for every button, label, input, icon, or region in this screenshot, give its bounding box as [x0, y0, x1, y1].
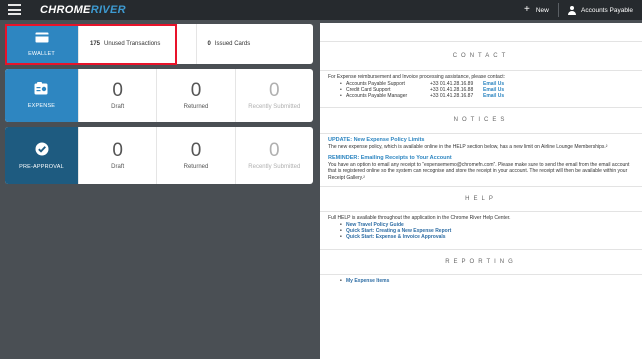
contact-name: Accounts Payable Manager: [346, 93, 408, 100]
preapproval-recently-submitted[interactable]: 0 Recently Submitted: [234, 127, 313, 184]
expense-tile: EXPENSE 0 Draft 0 Returned 0 Recently Su…: [5, 69, 313, 122]
topbar-divider: [558, 3, 559, 17]
preapproval-label: PRE-APPROVAL: [19, 163, 64, 170]
logo-text-chrome: CHROME: [40, 4, 91, 16]
issued-cards-link[interactable]: 0 Issued Cards: [195, 24, 314, 64]
preapproval-tile: PRE-APPROVAL 0 Draft 0 Returned 0 Recent…: [5, 127, 313, 184]
stat-label: Returned: [183, 104, 209, 110]
stat-value: 0: [269, 80, 280, 101]
help-title: HELP: [465, 196, 497, 203]
new-button[interactable]: + New: [524, 4, 549, 16]
preapproval-draft[interactable]: 0 Draft: [78, 127, 156, 184]
top-bar: CHROME RIVER + New Accounts Payable: [0, 0, 642, 20]
reporting-link-label: My Expense Items: [346, 277, 390, 284]
stat-value: 0: [112, 140, 123, 161]
stat-label: Draft: [111, 164, 125, 170]
logo-text-river: RIVER: [90, 4, 126, 16]
stat-label: Recently Submitted: [248, 164, 301, 170]
stat-label: Recently Submitted: [248, 104, 301, 110]
contact-row: • Accounts Payable Manager +33 01.41.28.…: [328, 93, 634, 99]
preapproval-button[interactable]: PRE-APPROVAL: [5, 127, 78, 184]
expense-recently-submitted[interactable]: 0 Recently Submitted: [234, 69, 313, 122]
expense-returned[interactable]: 0 Returned: [156, 69, 234, 122]
help-link[interactable]: • Quick Start: Expense & Invoice Approval…: [328, 234, 634, 240]
plus-icon: +: [524, 4, 530, 15]
section-divider: [320, 186, 642, 188]
help-link-label: Quick Start: Creating a New Expense Repo…: [346, 228, 452, 235]
section-divider: [320, 248, 642, 250]
email-us-link[interactable]: Email Us: [483, 93, 504, 99]
account-label: Accounts Payable: [581, 6, 634, 14]
stat-value: 0: [190, 140, 202, 161]
issued-label: Issued Cards: [214, 41, 251, 47]
expense-label: EXPENSE: [27, 103, 56, 109]
notice-heading-link[interactable]: REMINDER: Emailing Receipts to Your Acco…: [328, 155, 634, 162]
account-menu[interactable]: Accounts Payable: [568, 4, 633, 16]
stat-label: Returned: [183, 164, 209, 170]
notice-text: The new expense policy, which is availab…: [328, 144, 608, 151]
stat-value: 0: [190, 80, 202, 101]
notices-title: NOTICES: [453, 117, 509, 124]
section-divider: [320, 70, 642, 71]
section-divider: [320, 273, 642, 275]
section-divider: [320, 211, 642, 213]
notice-heading-link[interactable]: UPDATE: New Expense Policy Limits: [328, 137, 634, 144]
expense-report-icon: [34, 82, 48, 95]
expense-button[interactable]: EXPENSE: [5, 69, 78, 122]
person-icon: [568, 5, 576, 15]
info-panel: CONTACT For Expense reimbursement and In…: [320, 23, 642, 359]
reporting-title: REPORTING: [445, 258, 517, 265]
section-divider: [320, 41, 642, 42]
preapproval-returned[interactable]: 0 Returned: [156, 127, 234, 184]
section-divider: [320, 133, 642, 135]
chrome-river-logo[interactable]: CHROME RIVER: [40, 3, 126, 17]
notice-text: You have an option to email any receipt …: [328, 161, 630, 181]
stat-label: Draft: [111, 104, 125, 110]
section-divider: [320, 107, 642, 109]
stat-value: 0: [269, 140, 280, 161]
stat-value: 0: [112, 80, 123, 101]
contact-phone: +33 01.41.28.16.87: [430, 93, 474, 100]
help-link-label: New Travel Policy Guide: [346, 221, 404, 228]
expense-draft[interactable]: 0 Draft: [78, 69, 156, 122]
issued-count: 0: [207, 41, 211, 47]
new-button-label: New: [535, 6, 549, 14]
hamburger-menu-icon[interactable]: [8, 4, 21, 15]
help-link-label: Quick Start: Expense & Invoice Approvals: [346, 234, 446, 241]
checkmark-circle-icon: [35, 142, 48, 155]
contact-title: CONTACT: [452, 53, 510, 59]
highlight-box: [5, 24, 177, 65]
reporting-link[interactable]: • My Expense Items: [328, 278, 634, 284]
